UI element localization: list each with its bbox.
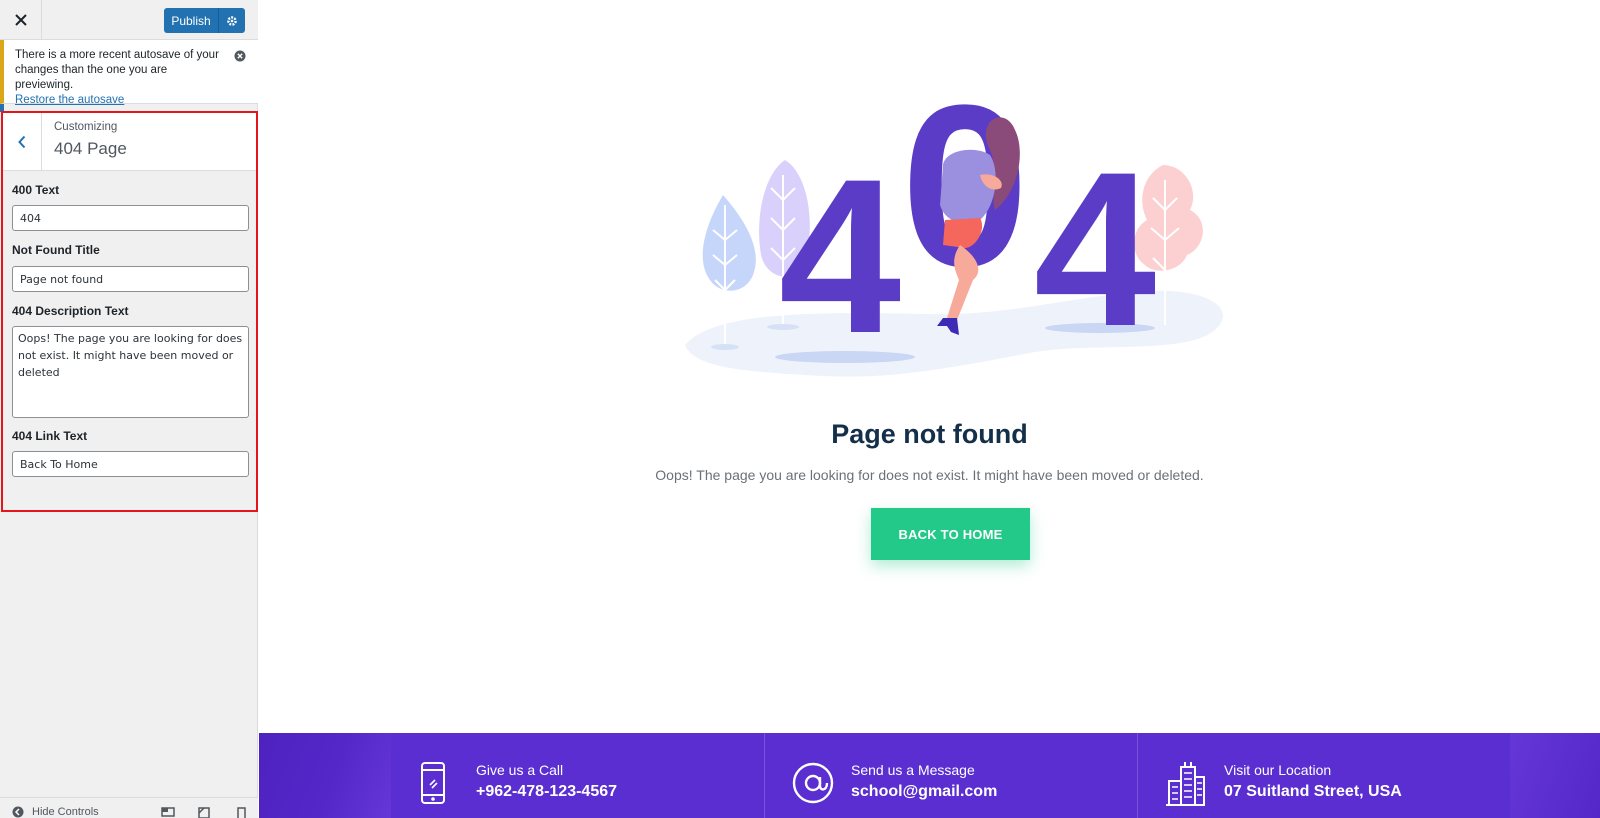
phone-icon xyxy=(421,762,445,804)
contact-bar: Give us a Call +962-478-123-4567 Send us… xyxy=(259,733,1600,818)
not-found-title-input[interactable] xyxy=(12,266,249,292)
publish-button[interactable]: Publish xyxy=(164,8,218,33)
contact-bar-stripe-right xyxy=(1510,733,1600,818)
contact-call: Give us a Call +962-478-123-4567 xyxy=(416,761,617,807)
customizer-footer: Hide Controls xyxy=(0,797,258,818)
link-text-label: 404 Link Text xyxy=(12,429,88,443)
link-text-input[interactable] xyxy=(12,451,249,477)
section-404-page: Customizing 404 Page 400 Text Not Found … xyxy=(1,111,258,512)
gear-icon xyxy=(227,15,237,26)
customizer-header: Publish xyxy=(0,0,258,40)
contact-call-label: Give us a Call xyxy=(476,762,564,778)
autosave-notice: There is a more recent autosave of your … xyxy=(0,40,258,106)
autosave-notice-text: There is a more recent autosave of your … xyxy=(15,49,219,91)
hide-controls-label: Hide Controls xyxy=(32,806,99,818)
building-icon xyxy=(1166,762,1205,806)
contact-location-label: Visit our Location xyxy=(1224,762,1332,778)
section-header: Customizing 404 Page xyxy=(3,113,256,171)
description-label: 404 Description Text xyxy=(12,304,129,318)
at-sign-icon xyxy=(792,762,834,804)
close-customizer-button[interactable] xyxy=(0,0,42,40)
contact-location-value: 07 Suitland Street, USA xyxy=(1224,783,1402,800)
publish-settings-button[interactable] xyxy=(218,8,245,33)
restore-autosave-link[interactable]: Restore the autosave xyxy=(15,94,124,106)
dismiss-notice-icon[interactable] xyxy=(234,50,246,62)
not-found-title-label: Not Found Title xyxy=(12,243,100,257)
tablet-preview-icon[interactable] xyxy=(197,807,211,818)
contact-message: Send us a Message school@gmail.com xyxy=(791,761,997,807)
section-title: 404 Page xyxy=(54,139,127,158)
collapse-icon xyxy=(12,806,24,818)
contact-bar-stripe-left xyxy=(259,733,391,818)
publish-group: Publish xyxy=(164,8,245,33)
customizer-sidebar: Publish There is a more recent autosave … xyxy=(0,0,258,818)
digit-4-left: 4 xyxy=(779,133,901,379)
hide-controls-button[interactable]: Hide Controls xyxy=(12,806,99,818)
contact-location: Visit our Location 07 Suitland Street, U… xyxy=(1164,761,1402,807)
404-illustration: 4 0 4 xyxy=(685,80,1224,379)
contact-divider xyxy=(1137,733,1138,818)
not-found-description: Oops! The page you are looking for does … xyxy=(655,467,1204,483)
not-found-title: Page not found xyxy=(831,419,1028,449)
chevron-left-icon xyxy=(18,135,26,148)
contact-message-value: school@gmail.com xyxy=(851,783,998,800)
contact-call-value: +962-478-123-4567 xyxy=(476,783,618,800)
description-textarea[interactable]: Oops! The page you are looking for does … xyxy=(12,326,249,418)
mobile-preview-icon[interactable] xyxy=(234,807,248,818)
back-button[interactable] xyxy=(3,113,42,170)
back-to-home-button[interactable]: BACK TO HOME xyxy=(871,508,1030,560)
text-400-label: 400 Text xyxy=(12,183,60,197)
section-breadcrumb: Customizing xyxy=(54,121,118,133)
site-preview: 4 0 4 Page not found Oops! The page you … xyxy=(259,0,1600,818)
contact-divider xyxy=(764,733,765,818)
text-400-input[interactable] xyxy=(12,205,249,231)
contact-message-label: Send us a Message xyxy=(851,762,975,778)
digit-4-right: 4 xyxy=(1034,126,1156,372)
desktop-preview-icon[interactable] xyxy=(161,807,175,818)
close-icon xyxy=(14,14,27,26)
